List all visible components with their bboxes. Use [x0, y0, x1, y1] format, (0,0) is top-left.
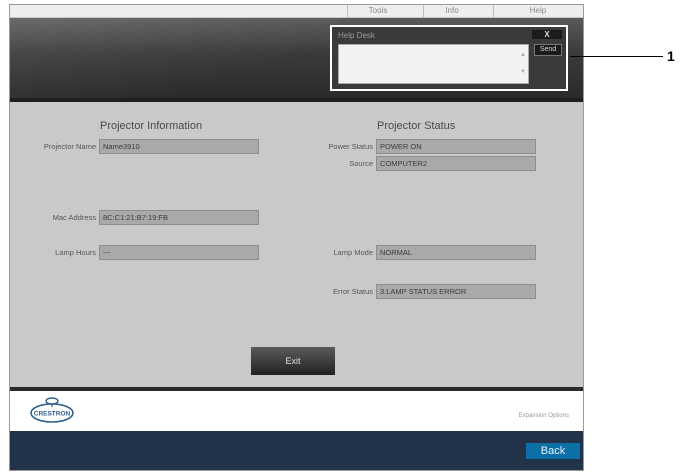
top-menu-bar: Tools Info Help	[10, 5, 583, 18]
menu-help[interactable]: Help	[493, 5, 582, 17]
error-status-field: 3.LAMP STATUS ERROR	[376, 284, 536, 299]
lamp-hours-label: Lamp Hours	[55, 248, 96, 257]
mac-address-field: 8C:C1:21:B7:19:FB	[99, 210, 259, 225]
back-button[interactable]: Back	[526, 443, 580, 459]
menu-info[interactable]: Info	[423, 5, 480, 17]
web-control-window: Tools Info Help Help Desk X ▲ ▼ Send Proj…	[9, 4, 584, 471]
bottom-bar: Back	[10, 431, 583, 470]
power-status-label: Power Status	[328, 142, 373, 151]
mac-address-label: Mac Address	[52, 213, 96, 222]
source-field: COMPUTER2	[376, 156, 536, 171]
lamp-hours-field: ---	[99, 245, 259, 260]
footer: CRESTRON Expansion Options	[10, 391, 583, 431]
help-desk-message-input[interactable]: ▲ ▼	[338, 44, 529, 84]
crestron-logo: CRESTRON	[30, 397, 74, 423]
menu-tools[interactable]: Tools	[347, 5, 408, 17]
lamp-mode-label: Lamp Mode	[333, 248, 373, 257]
power-status-field: POWER ON	[376, 139, 536, 154]
error-status-label: Error Status	[332, 287, 373, 296]
help-desk-scrollbar[interactable]: ▲ ▼	[520, 47, 526, 81]
lamp-mode-field: NORMAL	[376, 245, 536, 260]
callout-leader-line	[570, 56, 663, 57]
projector-name-label: Projector Name	[43, 142, 96, 151]
expansion-options-link[interactable]: Expansion Options	[519, 413, 569, 419]
projector-status-heading: Projector Status	[377, 120, 456, 132]
projector-name-field: Name3910	[99, 139, 259, 154]
help-desk-title: Help Desk	[338, 31, 375, 40]
exit-button[interactable]: Exit	[251, 347, 335, 375]
header-sheen	[10, 18, 340, 98]
help-desk-close-button[interactable]: X	[532, 30, 562, 39]
help-desk-panel: Help Desk X ▲ ▼ Send	[330, 25, 568, 91]
help-desk-send-button[interactable]: Send	[534, 44, 562, 56]
crestron-logo-text: CRESTRON	[34, 411, 71, 418]
projector-info-heading: Projector Information	[100, 120, 203, 132]
source-label: Source	[349, 159, 373, 168]
main-content: Projector Information Projector Status P…	[10, 102, 583, 387]
callout-number: 1	[667, 48, 675, 64]
